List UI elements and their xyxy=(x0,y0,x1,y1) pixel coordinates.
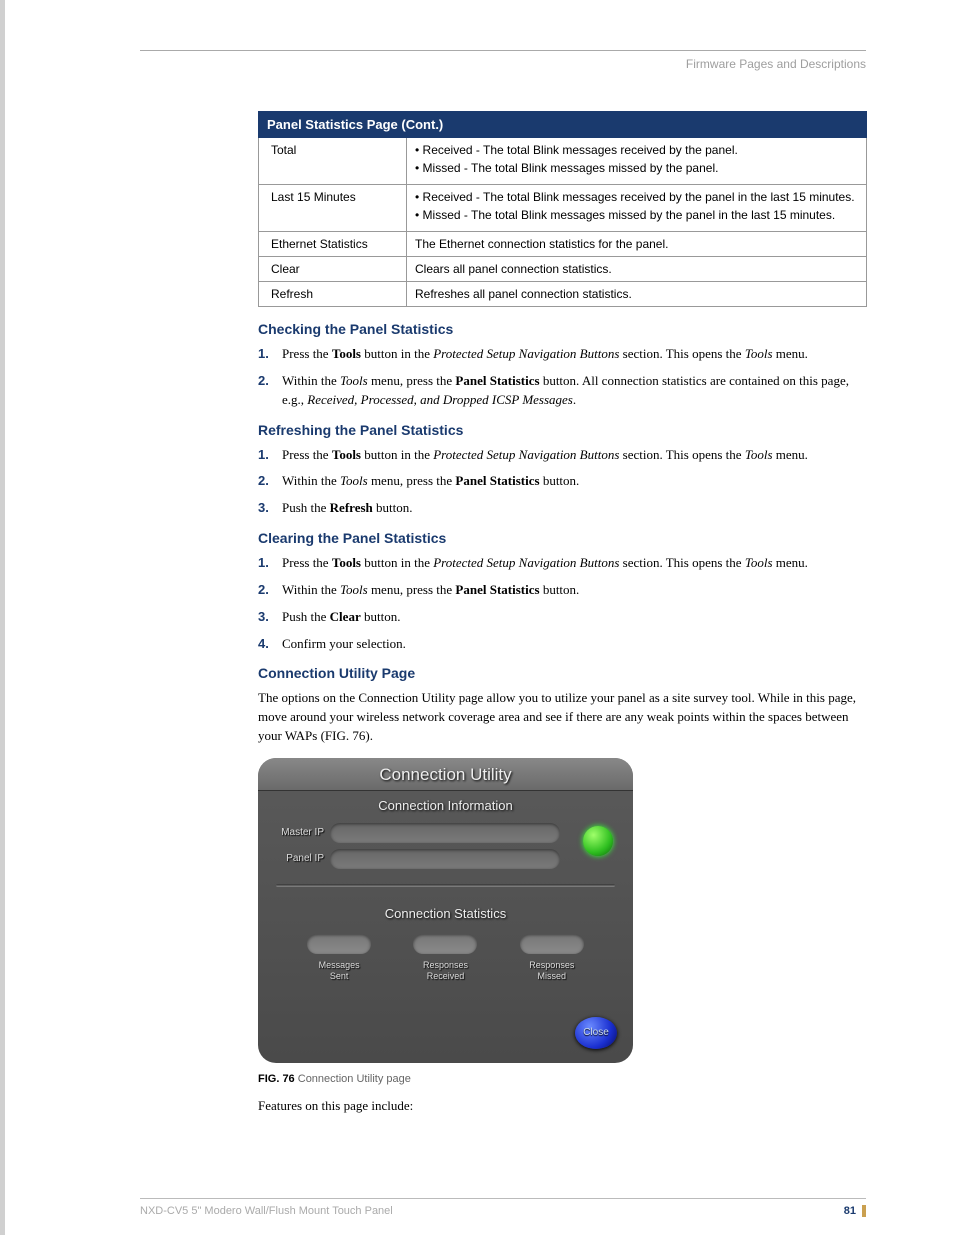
list-clearing: 1. Press the Tools button in the Protect… xyxy=(258,554,866,653)
list-item: 1. Press the Tools button in the Protect… xyxy=(258,345,866,364)
stat-value-field xyxy=(413,934,477,954)
panel-statistics-table: Panel Statistics Page (Cont.) Total • Re… xyxy=(258,111,867,307)
list-item: 3. Push the Refresh button. xyxy=(258,499,866,518)
panel-ip-label: Panel IP xyxy=(272,853,330,864)
row-desc: Clears all panel connection statistics. xyxy=(407,257,867,282)
row-desc: • Received - The total Blink messages re… xyxy=(407,185,867,232)
row-desc: The Ethernet connection statistics for t… xyxy=(407,232,867,257)
stats-row: MessagesSent ResponsesReceived Responses… xyxy=(258,928,633,982)
page-number: 81 xyxy=(844,1205,866,1217)
features-intro: Features on this page include: xyxy=(258,1097,866,1116)
list-checking: 1. Press the Tools button in the Protect… xyxy=(258,345,866,410)
stat-messages-sent: MessagesSent xyxy=(299,934,379,982)
connection-stats-title: Connection Statistics xyxy=(258,899,633,928)
row-label: Total xyxy=(259,138,407,185)
table-row: Clear Clears all panel connection statis… xyxy=(259,257,867,282)
list-item: 2. Within the Tools menu, press the Pane… xyxy=(258,372,866,410)
panel-ip-row: Panel IP xyxy=(258,846,633,872)
list-item: 4. Confirm your selection. xyxy=(258,635,866,654)
list-refreshing: 1. Press the Tools button in the Protect… xyxy=(258,446,866,519)
table-row: Total • Received - The total Blink messa… xyxy=(259,138,867,185)
stat-responses-missed: ResponsesMissed xyxy=(512,934,592,982)
list-item: 2. Within the Tools menu, press the Pane… xyxy=(258,472,866,491)
divider xyxy=(276,884,615,887)
document-page: Firmware Pages and Descriptions Panel St… xyxy=(0,0,954,1235)
master-ip-field[interactable] xyxy=(330,823,560,843)
table-title: Panel Statistics Page (Cont.) xyxy=(259,112,867,138)
heading-clearing: Clearing the Panel Statistics xyxy=(258,530,866,546)
row-label: Refresh xyxy=(259,282,407,307)
header-section-title: Firmware Pages and Descriptions xyxy=(140,57,866,71)
master-ip-row: Master IP xyxy=(258,820,633,846)
list-item: 2. Within the Tools menu, press the Pane… xyxy=(258,581,866,600)
master-ip-label: Master IP xyxy=(272,827,330,838)
close-button[interactable]: Close xyxy=(575,1017,617,1049)
footer-doc-title: NXD-CV5 5" Modero Wall/Flush Mount Touch… xyxy=(140,1205,393,1217)
connection-utility-paragraph: The options on the Connection Utility pa… xyxy=(258,689,866,746)
list-item: 1. Press the Tools button in the Protect… xyxy=(258,446,866,465)
figure-connection-utility: Connection Utility Connection Informatio… xyxy=(258,758,866,1063)
table-row: Last 15 Minutes • Received - The total B… xyxy=(259,185,867,232)
connection-utility-panel: Connection Utility Connection Informatio… xyxy=(258,758,633,1063)
heading-refreshing: Refreshing the Panel Statistics xyxy=(258,422,866,438)
panel-title: Connection Utility xyxy=(258,758,633,791)
panel-ip-field[interactable] xyxy=(330,849,560,869)
row-label: Ethernet Statistics xyxy=(259,232,407,257)
list-item: 3. Push the Clear button. xyxy=(258,608,866,627)
stat-responses-received: ResponsesReceived xyxy=(405,934,485,982)
row-desc: Refreshes all panel connection statistic… xyxy=(407,282,867,307)
stat-value-field xyxy=(520,934,584,954)
header-rule xyxy=(140,50,866,51)
page-footer: NXD-CV5 5" Modero Wall/Flush Mount Touch… xyxy=(140,1198,866,1217)
heading-checking: Checking the Panel Statistics xyxy=(258,321,866,337)
list-item: 1. Press the Tools button in the Protect… xyxy=(258,554,866,573)
connection-info-title: Connection Information xyxy=(258,791,633,820)
figure-caption: FIG. 76 Connection Utility page xyxy=(258,1073,866,1085)
row-label: Clear xyxy=(259,257,407,282)
row-desc: • Received - The total Blink messages re… xyxy=(407,138,867,185)
status-indicator-icon xyxy=(583,826,613,856)
stat-value-field xyxy=(307,934,371,954)
table-row: Refresh Refreshes all panel connection s… xyxy=(259,282,867,307)
table-row: Ethernet Statistics The Ethernet connect… xyxy=(259,232,867,257)
heading-connection-utility: Connection Utility Page xyxy=(258,665,866,681)
row-label: Last 15 Minutes xyxy=(259,185,407,232)
